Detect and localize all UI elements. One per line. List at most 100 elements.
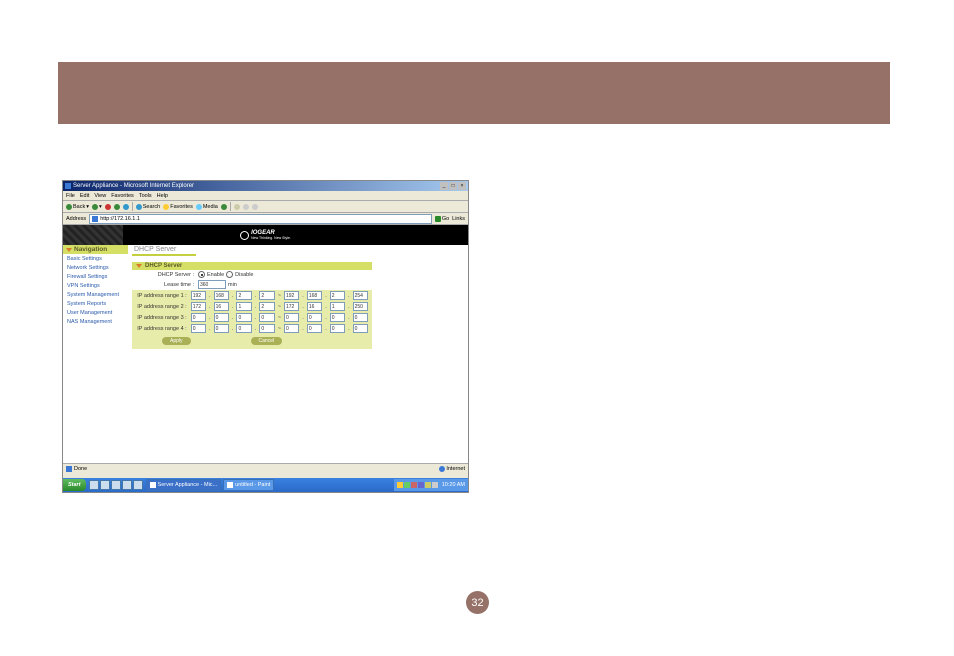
r3-from-a[interactable]: 0	[191, 313, 206, 322]
ql-icon[interactable]	[122, 480, 132, 490]
r4-from-b[interactable]: 0	[214, 324, 229, 333]
ql-icon[interactable]	[89, 480, 99, 490]
menu-favorites[interactable]: Favorites	[111, 193, 134, 199]
disable-radio[interactable]	[226, 271, 233, 278]
nav-item-system-mgmt[interactable]: System Management	[63, 290, 128, 299]
go-button[interactable]: Go	[435, 216, 449, 222]
addressbar: Address http://172.16.1.1 Go Links	[63, 213, 468, 225]
r3-to-d[interactable]: 0	[353, 313, 368, 322]
forward-button[interactable]: ▾	[92, 204, 102, 210]
nav-item-firewall[interactable]: Firewall Settings	[63, 272, 128, 281]
ql-icon[interactable]	[133, 480, 143, 490]
menubar: File Edit View Favorites Tools Help	[63, 191, 468, 201]
r4-from-c[interactable]: 0	[236, 324, 251, 333]
lease-time-input[interactable]: 360	[198, 280, 226, 289]
nav-item-basic[interactable]: Basic Settings	[63, 254, 128, 263]
range4-label: IP address range 4 :	[136, 326, 189, 332]
r2-to-d[interactable]: 250	[353, 302, 368, 311]
forward-icon	[92, 204, 98, 210]
back-button[interactable]: Back▾	[66, 204, 89, 210]
nav-item-system-reports[interactable]: System Reports	[63, 299, 128, 308]
tray-icon[interactable]	[418, 482, 424, 488]
nav-item-network[interactable]: Network Settings	[63, 263, 128, 272]
page-title: DHCP Server	[132, 245, 196, 256]
ql-icon[interactable]	[111, 480, 121, 490]
r1-from-a[interactable]: 192	[191, 291, 206, 300]
minimize-button[interactable]: _	[440, 182, 448, 190]
r1-from-c[interactable]: 2	[236, 291, 251, 300]
tray-icon[interactable]	[432, 482, 438, 488]
links-label[interactable]: Links	[452, 216, 465, 222]
media-button[interactable]: Media	[196, 204, 218, 210]
menu-tools[interactable]: Tools	[139, 193, 152, 199]
page-icon	[92, 216, 98, 222]
clock: 10:20 AM	[442, 482, 465, 488]
stop-button[interactable]	[105, 204, 111, 210]
nav-item-nas-mgmt[interactable]: NAS Management	[63, 317, 128, 326]
favorites-button[interactable]: Favorites	[163, 204, 193, 210]
r4-from-a[interactable]: 0	[191, 324, 206, 333]
r4-to-b[interactable]: 0	[307, 324, 322, 333]
main-panel: DHCP Server DHCP Server DHCP Server : En…	[128, 245, 468, 463]
gear-icon	[240, 231, 249, 240]
r2-from-c[interactable]: 1	[236, 302, 251, 311]
tray-icon[interactable]	[397, 482, 403, 488]
r1-to-d[interactable]: 254	[353, 291, 368, 300]
r1-to-a[interactable]: 192	[284, 291, 299, 300]
r1-to-b[interactable]: 168	[307, 291, 322, 300]
r3-from-c[interactable]: 0	[236, 313, 251, 322]
statusbar: Done Internet	[63, 463, 468, 474]
r4-to-a[interactable]: 0	[284, 324, 299, 333]
task-ie[interactable]: Server Appliance - Mic...	[146, 479, 222, 491]
history-button[interactable]	[221, 204, 227, 210]
r3-to-a[interactable]: 0	[284, 313, 299, 322]
address-value: http://172.16.1.1	[100, 216, 140, 222]
nav-item-vpn[interactable]: VPN Settings	[63, 281, 128, 290]
maximize-button[interactable]: □	[449, 182, 457, 190]
r2-to-b[interactable]: 16	[307, 302, 322, 311]
r2-to-c[interactable]: 1	[330, 302, 345, 311]
r2-to-a[interactable]: 172	[284, 302, 299, 311]
ql-icon[interactable]	[100, 480, 110, 490]
r2-from-d[interactable]: 2	[259, 302, 274, 311]
print-button[interactable]	[243, 204, 249, 210]
cancel-button[interactable]: Cancel	[251, 337, 283, 345]
menu-help[interactable]: Help	[157, 193, 168, 199]
internet-zone-icon	[439, 466, 445, 472]
mail-icon	[234, 204, 240, 210]
r4-from-d[interactable]: 0	[259, 324, 274, 333]
mail-button[interactable]	[234, 204, 240, 210]
refresh-button[interactable]	[114, 204, 120, 210]
go-icon	[435, 216, 441, 222]
enable-radio[interactable]	[198, 271, 205, 278]
r1-to-c[interactable]: 2	[330, 291, 345, 300]
home-button[interactable]	[123, 204, 129, 210]
r4-to-c[interactable]: 0	[330, 324, 345, 333]
menu-view[interactable]: View	[94, 193, 106, 199]
r3-from-b[interactable]: 0	[214, 313, 229, 322]
r1-from-b[interactable]: 168	[214, 291, 229, 300]
task-paint[interactable]: untitled - Paint	[223, 479, 274, 491]
r2-from-b[interactable]: 16	[214, 302, 229, 311]
lease-time-unit: min	[228, 282, 237, 288]
edit-button[interactable]	[252, 204, 258, 210]
r4-to-d[interactable]: 0	[353, 324, 368, 333]
menu-file[interactable]: File	[66, 193, 75, 199]
nav-item-user-mgmt[interactable]: User Management	[63, 308, 128, 317]
r1-from-d[interactable]: 2	[259, 291, 274, 300]
r3-to-c[interactable]: 0	[330, 313, 345, 322]
menu-edit[interactable]: Edit	[80, 193, 89, 199]
tray-icon[interactable]	[425, 482, 431, 488]
search-button[interactable]: Search	[136, 204, 160, 210]
r3-from-d[interactable]: 0	[259, 313, 274, 322]
close-button[interactable]: ×	[458, 182, 466, 190]
refresh-icon	[114, 204, 120, 210]
tray-icon[interactable]	[411, 482, 417, 488]
address-input[interactable]: http://172.16.1.1	[89, 214, 432, 224]
start-button[interactable]: Start	[63, 479, 86, 491]
tray-icon[interactable]	[404, 482, 410, 488]
r3-to-b[interactable]: 0	[307, 313, 322, 322]
back-icon	[66, 204, 72, 210]
r2-from-a[interactable]: 172	[191, 302, 206, 311]
apply-button[interactable]: Apply	[162, 337, 191, 345]
